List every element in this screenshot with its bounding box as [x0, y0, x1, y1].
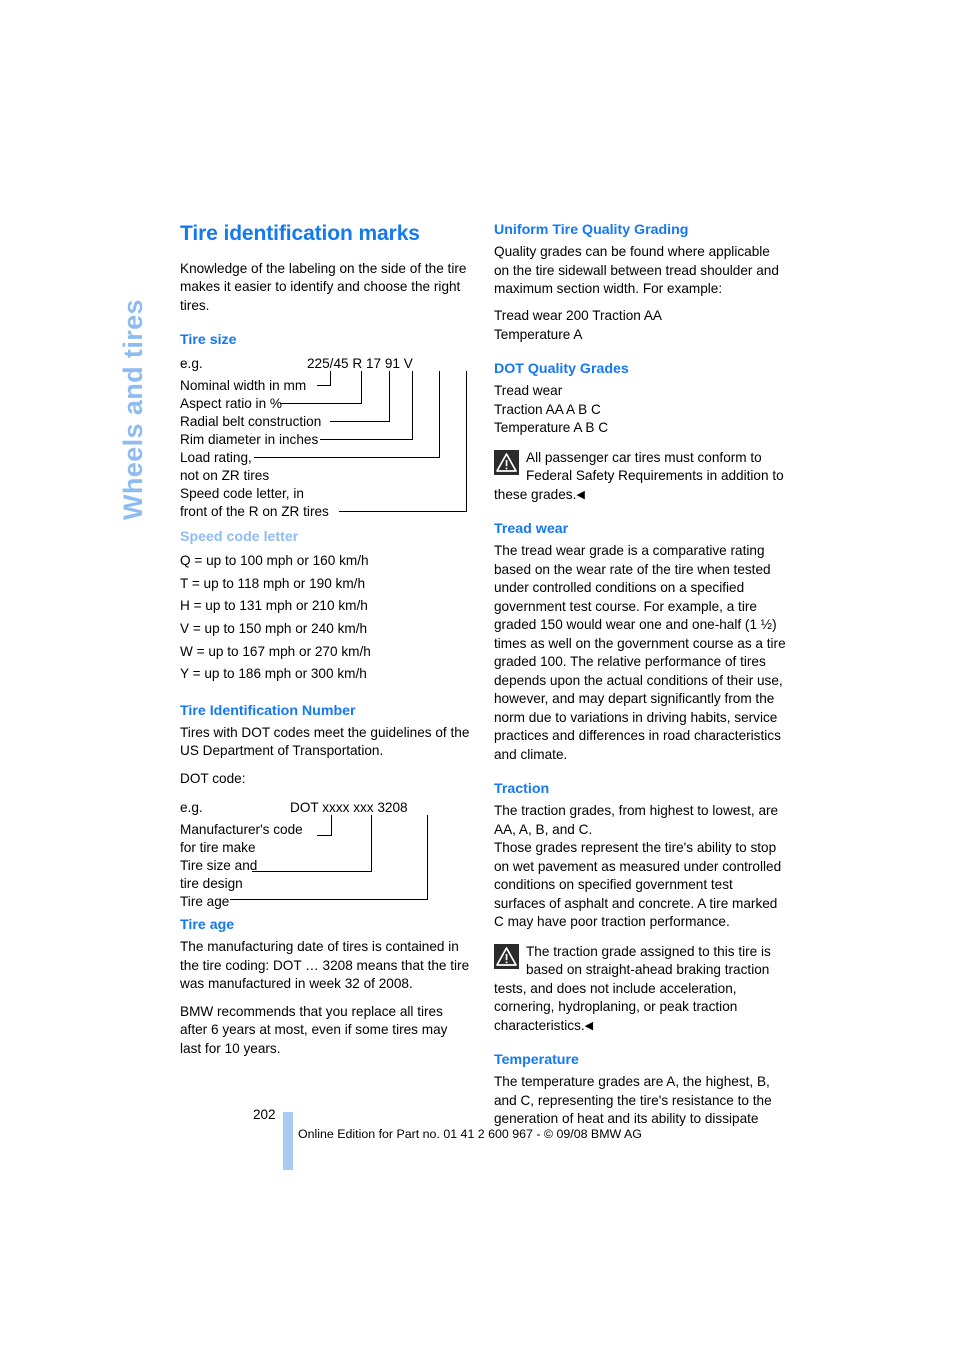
leader-line [439, 371, 440, 459]
heading-tire-size: Tire size [180, 332, 237, 349]
utqg-example-line-2: Temperature A [494, 326, 583, 342]
footer-edition-text: Online Edition for Part no. 01 41 2 600 … [298, 1127, 642, 1141]
leader-line [330, 421, 390, 423]
tire-age-paragraph-2: BMW recommends that you replace all tire… [180, 1003, 448, 1056]
diagram-label-speed-code: Speed code letter, in [180, 486, 304, 502]
leader-line [361, 371, 362, 405]
utqg-example: Tread wear 200 Traction AA Temperature A [494, 307, 786, 344]
speed-code-item: H = up to 131 mph or 210 km/h [180, 598, 368, 614]
heading-dot-quality-grades: DOT Quality Grades [494, 361, 629, 378]
utqg-example-line-1: Tread wear 200 Traction AA [494, 308, 662, 324]
heading-speed-code-letter: Speed code letter [180, 529, 299, 546]
leader-line [230, 899, 428, 901]
tin-body: Tires with DOT codes meet the guidelines… [180, 724, 470, 759]
temperature-body: The temperature grades are A, the highes… [494, 1074, 772, 1127]
dot-grades-line-1: Tread wear [494, 383, 563, 399]
dot-label-tire-age: Tire age [180, 894, 230, 910]
heading-tire-age: Tire age [180, 917, 235, 934]
leader-line [317, 835, 332, 837]
speed-code-list: Q = up to 100 mph or 160 km/h T = up to … [180, 550, 472, 685]
dot-grades-line-2: Traction AA A B C [494, 401, 601, 417]
diagram-label-front-of-r: front of the R on ZR tires [180, 504, 329, 520]
dot-eg-label: e.g. [180, 800, 203, 816]
footer-accent-bar [283, 1112, 293, 1170]
intro-paragraph: Knowledge of the labeling on the side of… [180, 260, 467, 313]
diagram-label-aspect-ratio: Aspect ratio in % [180, 396, 282, 412]
diagram-label-nominal-width: Nominal width in mm [180, 378, 307, 394]
dot-label-manufacturer-code: Manufacturer's code [180, 822, 303, 838]
leader-line [412, 371, 413, 441]
tire-size-eg-label: e.g. [180, 356, 203, 372]
speed-code-item: Q = up to 100 mph or 160 km/h [180, 553, 369, 569]
leader-line [331, 815, 332, 837]
dot-grades-list: Tread wear Traction AA A B C Temperature… [494, 382, 786, 437]
dot-label-tire-size: Tire size and [180, 858, 258, 874]
warning-triangle-icon [494, 943, 519, 969]
warning-note-grades: All passenger car tires must conform to … [494, 449, 786, 504]
left-column: Tire identification marks Knowledge of t… [180, 222, 472, 1067]
leader-line [280, 403, 362, 405]
heading-uniform-tire-quality-grading: Uniform Tire Quality Grading [494, 222, 689, 238]
traction-body-2: Those grades represent the tire's abilit… [494, 840, 782, 930]
diagram-label-not-on-zr: not on ZR tires [180, 468, 270, 484]
warning-note-traction: The traction grade assigned to this tire… [494, 943, 786, 1035]
dot-label-for-tire-make: for tire make [180, 840, 256, 856]
speed-code-item: W = up to 167 mph or 270 km/h [180, 643, 371, 659]
tire-age-paragraph-1: The manufacturing date of tires is conta… [180, 939, 470, 992]
leader-line [330, 371, 331, 387]
leader-line [254, 457, 440, 459]
dot-example-code: DOT xxxx xxx 3208 [290, 800, 408, 816]
heading-traction: Traction [494, 781, 550, 798]
chapter-vertical-title: Wheels and tires [118, 299, 148, 520]
speed-code-item: Y = up to 186 mph or 300 km/h [180, 666, 367, 682]
leader-line [466, 371, 467, 513]
tire-size-diagram: e.g. 225/45 R 17 91 V Nominal width in m… [180, 353, 472, 521]
speed-code-item: V = up to 150 mph or 240 km/h [180, 620, 368, 636]
tread-wear-body: The tread wear grade is a comparative ra… [494, 543, 786, 762]
speed-code-item: T = up to 118 mph or 190 km/h [180, 575, 366, 591]
heading-tire-identification-number: Tire Identification Number [180, 702, 356, 719]
leader-line [371, 815, 372, 873]
diagram-label-radial-belt: Radial belt construction [180, 414, 322, 430]
utqg-body: Quality grades can be found where applic… [494, 244, 779, 296]
leader-line [320, 439, 413, 441]
leader-line [427, 815, 428, 901]
note-end-mark: ◀ [576, 488, 585, 501]
leader-line [339, 511, 467, 513]
leader-line [317, 385, 331, 387]
leader-line [252, 871, 372, 873]
dot-grades-line-3: Temperature A B C [494, 420, 609, 436]
note-end-mark: ◀ [584, 1019, 594, 1032]
leader-line [389, 371, 390, 423]
chapter-tab: Wheels and tires [110, 230, 156, 520]
manual-page: Wheels and tires Tire identification mar… [0, 0, 954, 1350]
tire-size-example-code: 225/45 R 17 91 V [307, 356, 413, 372]
traction-body-1: The traction grades, from highest to low… [494, 803, 779, 837]
page-title: Tire identification marks [180, 222, 420, 245]
heading-tread-wear: Tread wear [494, 521, 569, 538]
warning-note-grades-text: All passenger car tires must conform to … [494, 449, 784, 502]
page-number: 202 [253, 1107, 276, 1122]
warning-triangle-icon [494, 449, 519, 475]
dot-code-label: DOT code: [180, 770, 246, 786]
diagram-label-rim-diameter: Rim diameter in inches [180, 432, 319, 448]
warning-note-traction-text: The traction grade assigned to this tire… [494, 943, 771, 1033]
dot-code-diagram: e.g. DOT xxxx xxx 3208 Manufacturer's co… [180, 797, 472, 909]
heading-temperature: Temperature [494, 1052, 579, 1069]
right-column: Uniform Tire Quality Grading Quality gra… [494, 222, 786, 1138]
diagram-label-load-rating: Load rating, [180, 450, 252, 466]
dot-label-tire-design: tire design [180, 876, 243, 892]
